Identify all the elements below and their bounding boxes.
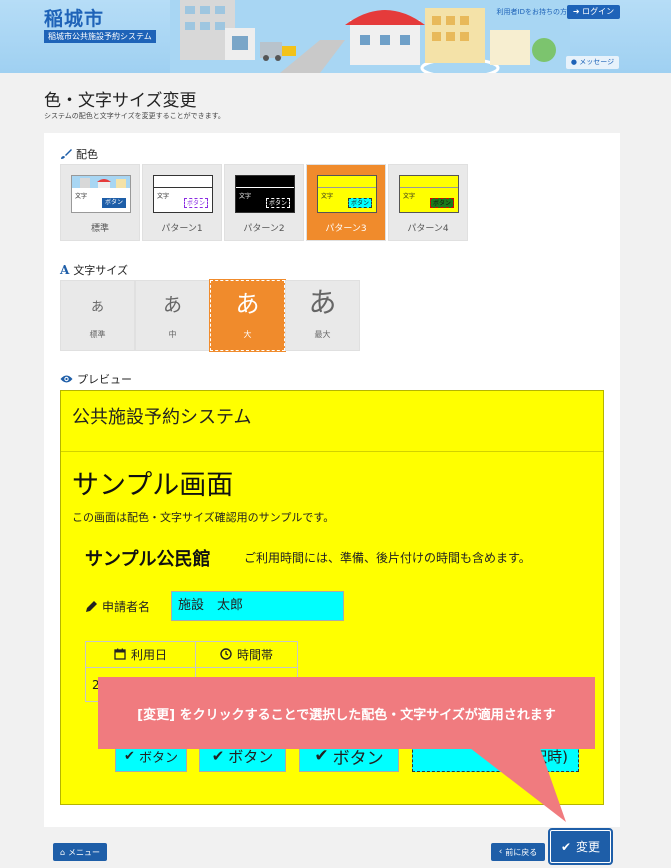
menu-label: メニュー	[68, 847, 101, 857]
size-glyph: あ	[90, 300, 104, 315]
color-preview-thumb: 文字 ボタン	[317, 175, 377, 213]
color-option-standard[interactable]: 文字 ボタン 標準	[60, 164, 140, 241]
page-description: システムの配色と文字サイズを変更することができます。	[44, 112, 225, 120]
home-icon: ⌂	[59, 847, 66, 857]
city-thumb-icon	[72, 176, 130, 188]
chevron-left-icon: ‹	[498, 847, 503, 857]
table-header-label: 時間帯	[236, 647, 273, 662]
size-option-large[interactable]: あ 大	[209, 279, 286, 352]
page-title: 色・文字サイズ変更	[44, 91, 197, 111]
message-label: メッセージ	[579, 58, 615, 66]
login-icon: ➜	[572, 7, 580, 16]
size-option-largest[interactable]: あ 最大	[285, 280, 360, 351]
preview-applicant-label: 申請者名	[85, 598, 150, 615]
size-option-standard[interactable]: あ 標準	[60, 280, 135, 351]
size-option-label: 大	[243, 330, 252, 339]
size-glyph: あ	[162, 294, 182, 316]
color-thumb-button: ボタン	[348, 198, 372, 208]
font-icon: A	[60, 263, 70, 277]
check-icon: ✔	[211, 747, 225, 765]
color-thumb-button: ボタン	[266, 198, 290, 208]
color-option-label: 標準	[90, 224, 109, 234]
size-option-medium[interactable]: あ 中	[135, 280, 210, 351]
apply-label: 変更	[576, 840, 601, 854]
color-option-pattern2[interactable]: 文字 ボタン パターン2	[224, 164, 304, 241]
check-icon: ✔	[124, 748, 135, 764]
site-header: 稲城市 稲城市公共施設予約システム 利用者IDをお持ちの方 ➜ ログイン ● メ…	[0, 0, 671, 73]
size-glyph: あ	[308, 286, 337, 319]
preview-section-text: プレビュー	[77, 373, 132, 386]
login-button[interactable]: ➜ ログイン	[567, 5, 620, 19]
preview-description: この画面は配色・文字サイズ確認用のサンプルです。	[72, 511, 335, 524]
preview-facility-note: ご利用時間には、準備、後片付けの時間も含めます。	[244, 551, 531, 565]
system-name: 稲城市公共施設予約システム	[44, 30, 156, 43]
preview-system-title: 公共施設予約システム	[72, 407, 252, 428]
color-option-label: パターン2	[243, 224, 285, 234]
preview-applicant-input: 施設 太郎	[171, 591, 344, 621]
login-label: ログイン	[582, 7, 615, 16]
eye-icon	[60, 375, 73, 383]
color-preview-thumb: 文字 ボタン	[153, 175, 213, 213]
check-icon: ✔	[560, 839, 572, 854]
table-header: 時間帯	[195, 641, 298, 668]
color-option-pattern4[interactable]: 文字 ボタン パターン4	[388, 164, 468, 241]
table-header: 利用日	[85, 641, 196, 668]
applicant-label-text: 申請者名	[102, 600, 151, 614]
color-option-label: パターン1	[161, 224, 203, 234]
paintbrush-icon	[61, 149, 72, 159]
size-glyph: あ	[235, 290, 260, 318]
calendar-icon	[114, 648, 126, 660]
menu-button[interactable]: ⌂ メニュー	[53, 843, 107, 861]
color-thumb-button: ボタン	[102, 198, 126, 208]
preview-button-label: ボタン	[138, 750, 178, 766]
help-callout: [変更] をクリックすることで選択した配色・文字サイズが適用されます	[98, 677, 595, 749]
clock-icon	[220, 648, 232, 660]
size-option-label: 標準	[89, 330, 106, 339]
color-option-label: パターン3	[325, 224, 367, 234]
back-label: 前に戻る	[505, 847, 538, 857]
preview-facility-name: サンプル公民館	[85, 549, 211, 570]
table-header-label: 利用日	[130, 647, 167, 662]
size-option-label: 中	[168, 330, 177, 339]
color-thumb-button: ボタン	[430, 198, 454, 208]
apply-change-button[interactable]: ✔ 変更	[548, 828, 613, 865]
color-option-pattern1[interactable]: 文字 ボタン パターン1	[142, 164, 222, 241]
color-thumb-text: 文字	[239, 193, 252, 200]
color-option-pattern3[interactable]: 文字 ボタン パターン3	[306, 164, 386, 241]
color-preview-thumb: 文字 ボタン	[71, 175, 131, 213]
color-thumb-text: 文字	[403, 193, 416, 200]
color-preview-thumb: 文字 ボタン	[235, 175, 295, 213]
color-section-text: 配色	[76, 148, 98, 161]
message-button[interactable]: ● メッセージ	[566, 56, 619, 69]
preview-divider	[61, 451, 603, 452]
color-thumb-text: 文字	[321, 193, 334, 200]
preview-screen-title: サンプル画面	[72, 470, 234, 501]
preview-section-label: プレビュー	[60, 371, 132, 387]
color-option-label: パターン4	[407, 224, 449, 234]
color-thumb-button: ボタン	[184, 198, 208, 208]
size-section-text: 文字サイズ	[73, 264, 128, 277]
size-section-label: A 文字サイズ	[60, 262, 128, 278]
speech-bubble-icon: ●	[570, 58, 577, 66]
color-thumb-text: 文字	[75, 193, 88, 200]
pencil-icon	[86, 601, 97, 612]
color-preview-thumb: 文字 ボタン	[399, 175, 459, 213]
size-option-label: 最大	[314, 330, 331, 339]
color-thumb-text: 文字	[157, 193, 170, 200]
color-section-label: 配色	[60, 146, 98, 162]
city-name: 稲城市	[44, 8, 105, 30]
back-button[interactable]: ‹ 前に戻る	[491, 843, 545, 861]
login-hint: 利用者IDをお持ちの方	[496, 8, 567, 16]
